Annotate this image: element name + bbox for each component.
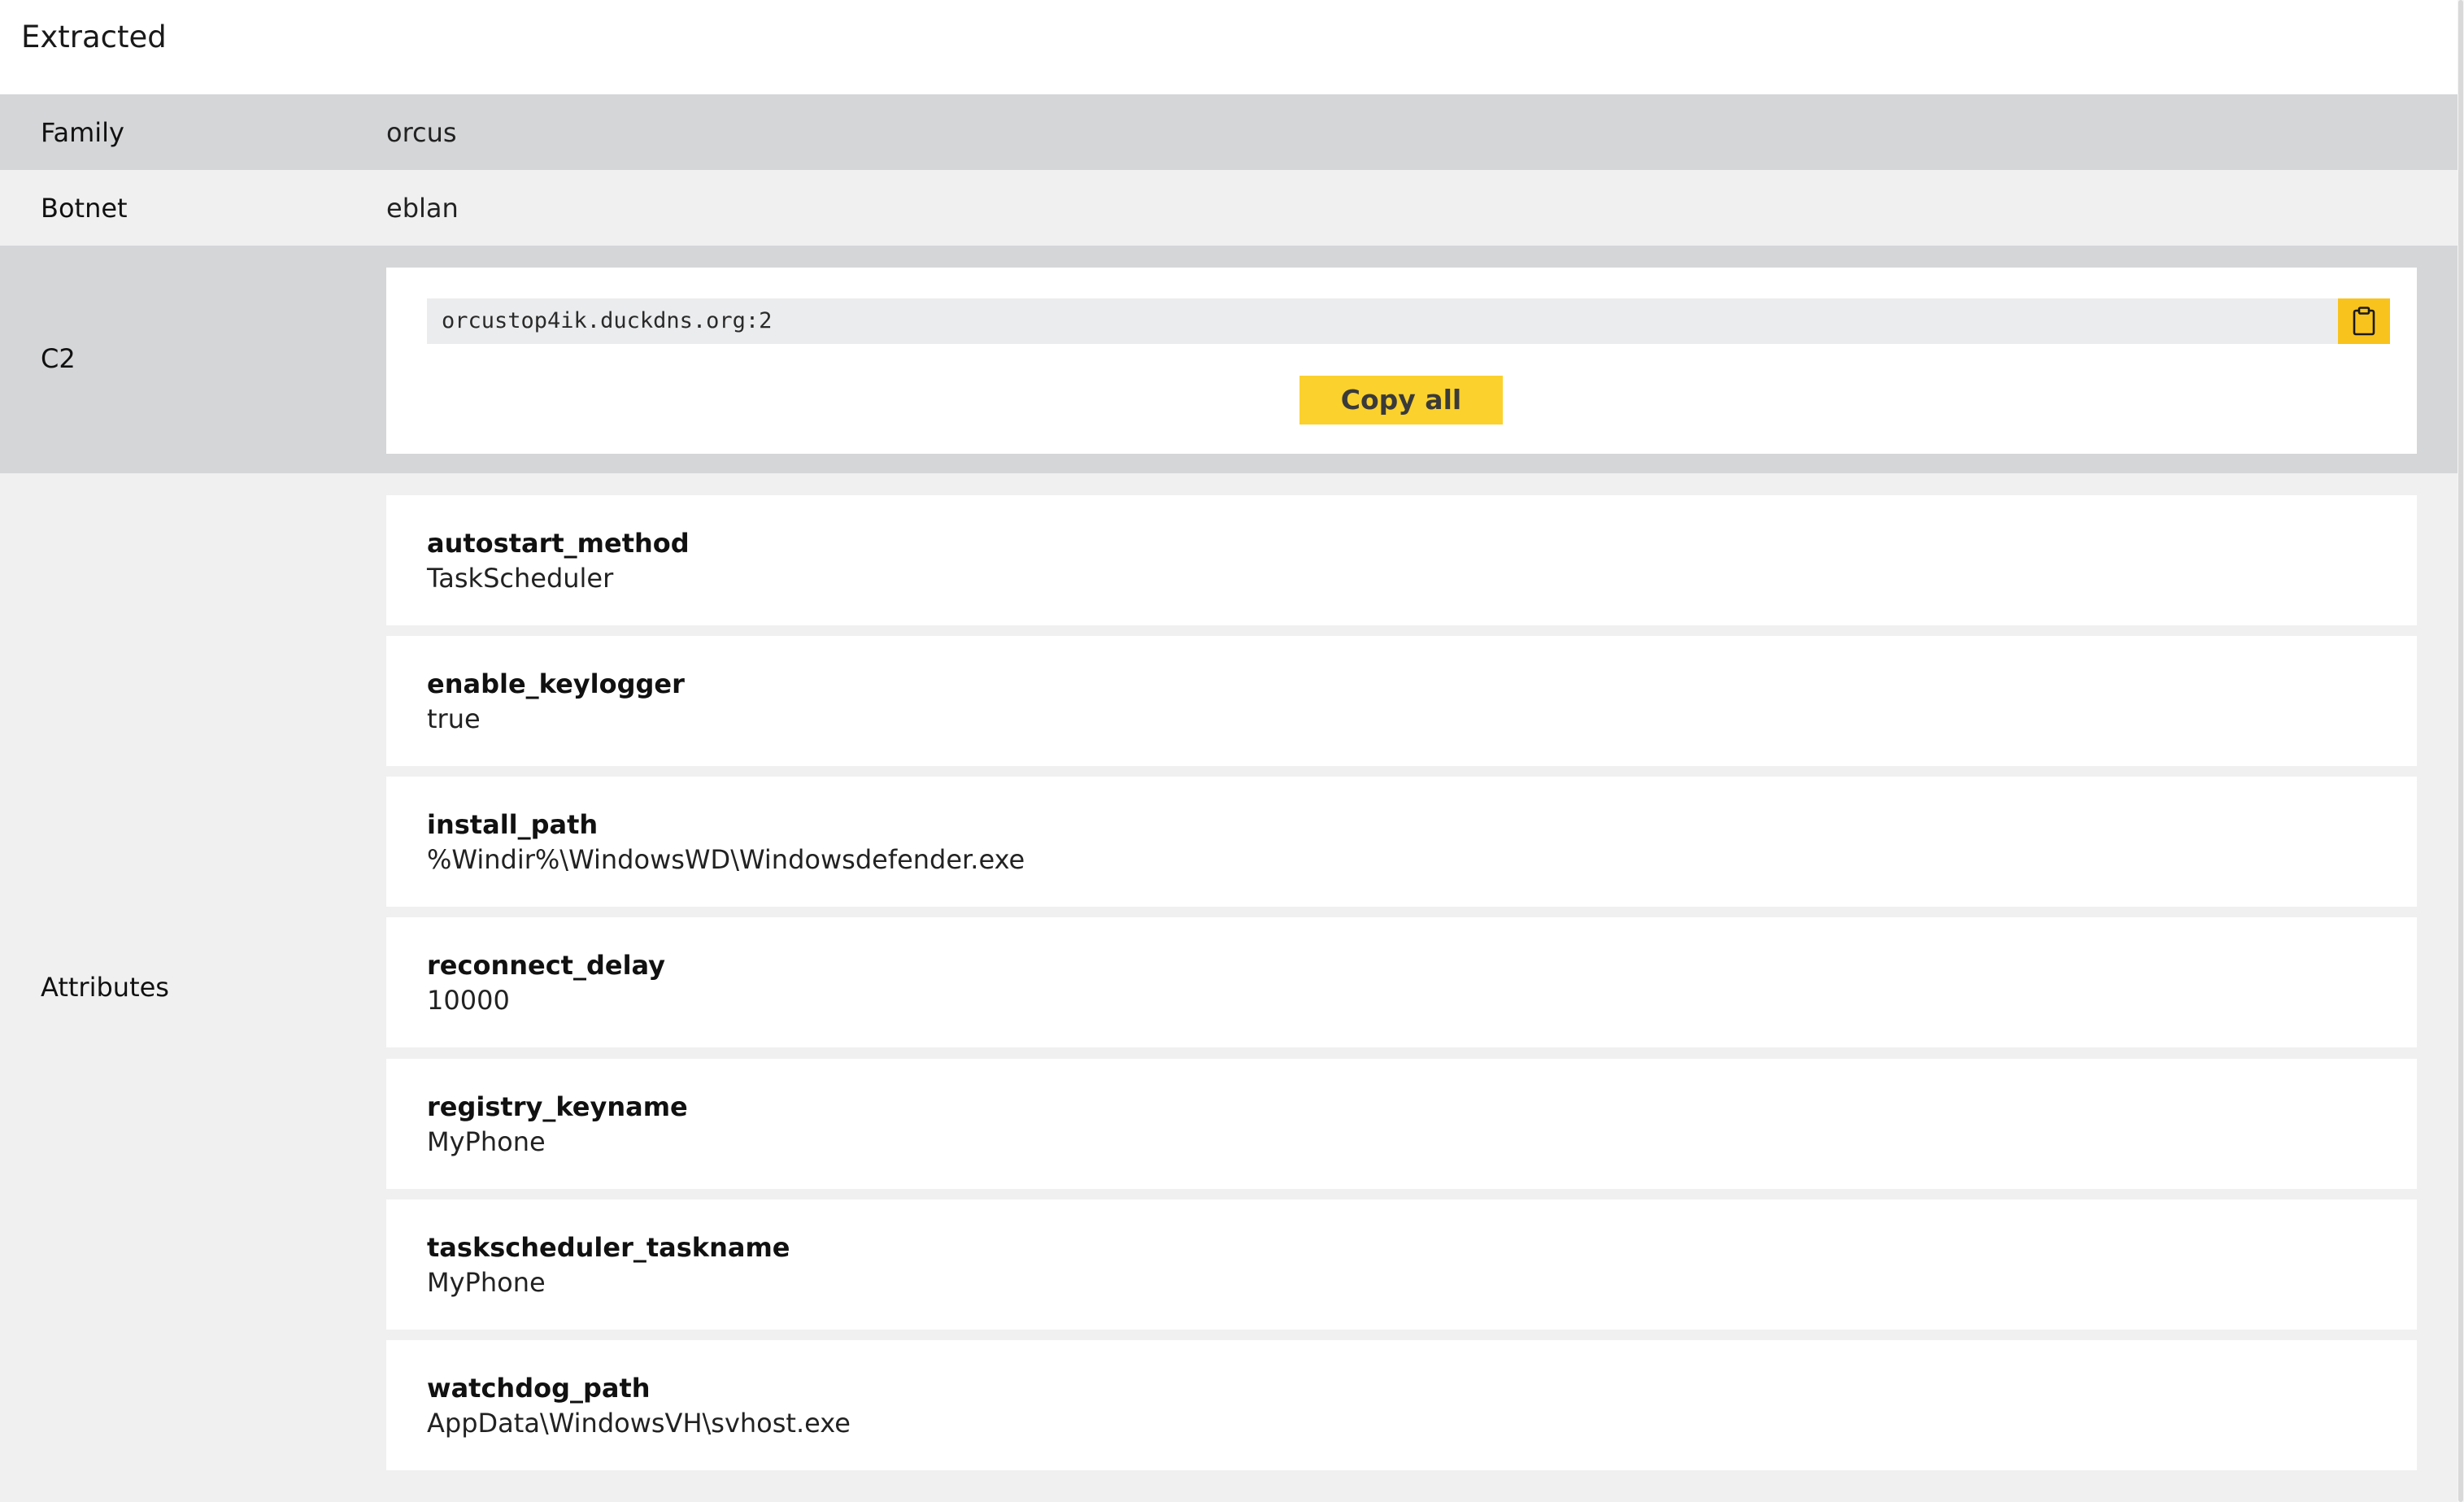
attribute-value: %Windir%\WindowsWD\Windowsdefender.exe [427, 844, 1025, 875]
attribute-value: 10000 [427, 985, 510, 1016]
attribute-key: taskscheduler_taskname [427, 1232, 790, 1263]
c2-entry-text: orcustop4ik.duckdns.org:2 [442, 308, 773, 333]
attribute-card-install-path: install_path %Windir%\WindowsWD\Windowsd… [386, 777, 2417, 907]
attribute-card-reconnect-delay: reconnect_delay 10000 [386, 917, 2417, 1047]
scrollbar-thumb[interactable] [2458, 0, 2463, 1502]
family-label: Family [41, 117, 124, 148]
clipboard-icon [2353, 307, 2375, 336]
row-botnet: Botnet eblan [0, 170, 2457, 246]
attribute-key: enable_keylogger [427, 668, 685, 699]
attribute-card-watchdog-path: watchdog_path AppData\WindowsVH\svhost.e… [386, 1340, 2417, 1470]
attribute-key: install_path [427, 809, 599, 840]
attribute-key: watchdog_path [427, 1373, 651, 1404]
attribute-card-taskscheduler-taskname: taskscheduler_taskname MyPhone [386, 1199, 2417, 1330]
attribute-card-registry-keyname: registry_keyname MyPhone [386, 1059, 2417, 1189]
family-value: orcus [386, 117, 457, 148]
attribute-card-autostart-method: autostart_method TaskScheduler [386, 495, 2417, 625]
attributes-label: Attributes [41, 972, 169, 1003]
botnet-label: Botnet [41, 193, 128, 224]
c2-label: C2 [41, 343, 76, 374]
row-attributes: Attributes autostart_method TaskSchedule… [0, 473, 2457, 1502]
attribute-value: MyPhone [427, 1267, 546, 1298]
c2-card: orcustop4ik.duckdns.org:2 Copy all [386, 268, 2417, 454]
attribute-key: autostart_method [427, 528, 690, 559]
attribute-key: reconnect_delay [427, 950, 666, 981]
attribute-value: TaskScheduler [427, 563, 614, 594]
extracted-panel: Extracted Family orcus Botnet eblan C2 o… [0, 0, 2457, 1502]
row-family: Family orcus [0, 94, 2457, 170]
c2-entry: orcustop4ik.duckdns.org:2 [427, 298, 2338, 344]
attribute-key: registry_keyname [427, 1091, 688, 1122]
copy-entry-button[interactable] [2338, 298, 2390, 344]
botnet-value: eblan [386, 193, 459, 224]
attribute-value: MyPhone [427, 1126, 546, 1157]
copy-all-button[interactable]: Copy all [1299, 376, 1503, 424]
row-c2: C2 orcustop4ik.duckdns.org:2 Copy all [0, 246, 2457, 473]
attribute-value: true [427, 703, 481, 734]
panel-header: Extracted [0, 0, 2457, 94]
attribute-card-enable-keylogger: enable_keylogger true [386, 636, 2417, 766]
vertical-scrollbar[interactable] [2457, 0, 2464, 1502]
panel-title: Extracted [21, 20, 167, 54]
attribute-value: AppData\WindowsVH\svhost.exe [427, 1408, 851, 1439]
